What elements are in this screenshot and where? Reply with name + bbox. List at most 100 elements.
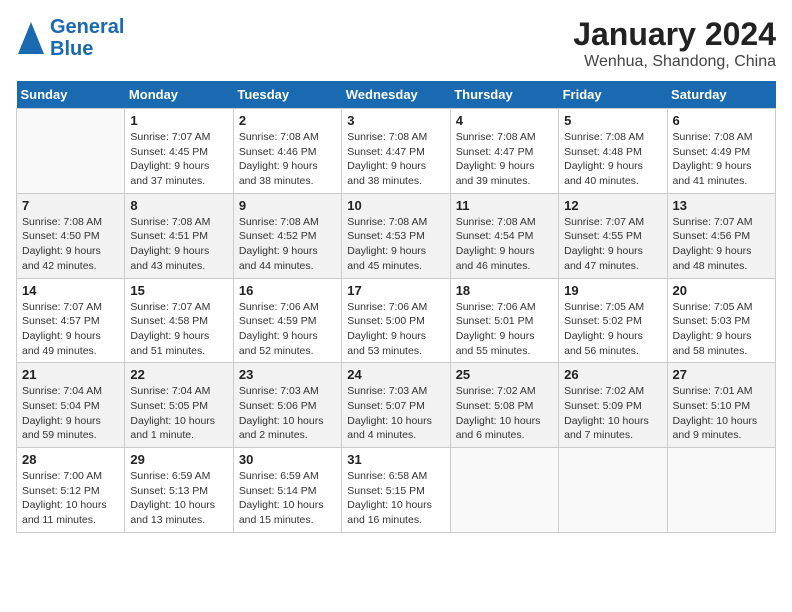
- day-info: Sunrise: 7:06 AMSunset: 5:01 PMDaylight:…: [456, 300, 553, 359]
- day-number: 1: [130, 113, 227, 128]
- day-cell: 9 Sunrise: 7:08 AMSunset: 4:52 PMDaylight…: [233, 193, 341, 278]
- day-info: Sunrise: 7:01 AMSunset: 5:10 PMDaylight:…: [673, 384, 770, 443]
- calendar-title: January 2024: [573, 16, 776, 53]
- day-cell: 15Sunrise: 7:07 AMSunset: 4:58 PMDayligh…: [125, 278, 233, 363]
- day-number: 30: [239, 452, 336, 467]
- week-row-2: 7 Sunrise: 7:08 AMSunset: 4:50 PMDaylight…: [17, 193, 776, 278]
- day-cell: 8 Sunrise: 7:08 AMSunset: 4:51 PMDaylight…: [125, 193, 233, 278]
- day-cell: 3 Sunrise: 7:08 AMSunset: 4:47 PMDaylight…: [342, 109, 450, 194]
- col-header-friday: Friday: [559, 81, 667, 109]
- day-number: 3: [347, 113, 444, 128]
- day-cell: 25 Sunrise: 7:02 AMSunset: 5:08 PMDayligh…: [450, 363, 558, 448]
- day-number: 26: [564, 367, 661, 382]
- col-header-tuesday: Tuesday: [233, 81, 341, 109]
- day-info: Sunrise: 7:08 AMSunset: 4:54 PMDaylight:…: [456, 215, 553, 274]
- day-cell: 20 Sunrise: 7:05 AMSunset: 5:03 PMDayligh…: [667, 278, 775, 363]
- col-header-saturday: Saturday: [667, 81, 775, 109]
- day-cell: 10 Sunrise: 7:08 AMSunset: 4:53 PMDayligh…: [342, 193, 450, 278]
- day-number: 21: [22, 367, 119, 382]
- day-number: 24: [347, 367, 444, 382]
- day-cell: 2 Sunrise: 7:08 AMSunset: 4:46 PMDaylight…: [233, 109, 341, 194]
- day-info: Sunrise: 7:07 AMSunset: 4:45 PMDaylight:…: [130, 130, 227, 189]
- day-number: 23: [239, 367, 336, 382]
- day-cell: 26 Sunrise: 7:02 AMSunset: 5:09 PMDayligh…: [559, 363, 667, 448]
- day-info: Sunrise: 7:07 AMSunset: 4:57 PMDaylight:…: [22, 300, 119, 359]
- day-cell: [667, 448, 775, 533]
- day-info: Sunrise: 7:08 AMSunset: 4:49 PMDaylight:…: [673, 130, 770, 189]
- day-cell: 7 Sunrise: 7:08 AMSunset: 4:50 PMDaylight…: [17, 193, 125, 278]
- day-info: Sunrise: 7:08 AMSunset: 4:52 PMDaylight:…: [239, 215, 336, 274]
- col-header-monday: Monday: [125, 81, 233, 109]
- day-info: Sunrise: 7:03 AMSunset: 5:06 PMDaylight:…: [239, 384, 336, 443]
- day-info: Sunrise: 7:07 AMSunset: 4:56 PMDaylight:…: [673, 215, 770, 274]
- day-cell: 24 Sunrise: 7:03 AMSunset: 5:07 PMDayligh…: [342, 363, 450, 448]
- day-number: 5: [564, 113, 661, 128]
- day-cell: 28 Sunrise: 7:00 AMSunset: 5:12 PMDayligh…: [17, 448, 125, 533]
- day-number: 6: [673, 113, 770, 128]
- day-cell: 27 Sunrise: 7:01 AMSunset: 5:10 PMDayligh…: [667, 363, 775, 448]
- day-info: Sunrise: 7:08 AMSunset: 4:53 PMDaylight:…: [347, 215, 444, 274]
- calendar-table: SundayMondayTuesdayWednesdayThursdayFrid…: [16, 81, 776, 533]
- day-cell: 17 Sunrise: 7:06 AMSunset: 5:00 PMDayligh…: [342, 278, 450, 363]
- day-cell: 21 Sunrise: 7:04 AMSunset: 5:04 PMDayligh…: [17, 363, 125, 448]
- day-number: 18: [456, 283, 553, 298]
- day-cell: 5 Sunrise: 7:08 AMSunset: 4:48 PMDaylight…: [559, 109, 667, 194]
- day-cell: 6 Sunrise: 7:08 AMSunset: 4:49 PMDaylight…: [667, 109, 775, 194]
- day-number: 8: [130, 198, 227, 213]
- day-info: Sunrise: 7:05 AMSunset: 5:02 PMDaylight:…: [564, 300, 661, 359]
- day-number: 29: [130, 452, 227, 467]
- day-number: 2: [239, 113, 336, 128]
- day-number: 27: [673, 367, 770, 382]
- day-info: Sunrise: 7:04 AMSunset: 5:05 PMDaylight:…: [130, 384, 227, 443]
- day-info: Sunrise: 7:04 AMSunset: 5:04 PMDaylight:…: [22, 384, 119, 443]
- day-cell: 4Sunrise: 7:08 AMSunset: 4:47 PMDaylight…: [450, 109, 558, 194]
- day-number: 10: [347, 198, 444, 213]
- day-number: 17: [347, 283, 444, 298]
- day-number: 7: [22, 198, 119, 213]
- day-number: 11: [456, 198, 553, 213]
- page-header: General Blue January 2024 Wenhua, Shando…: [16, 16, 776, 71]
- logo-line2: Blue: [50, 38, 124, 60]
- day-cell: 29 Sunrise: 6:59 AMSunset: 5:13 PMDayligh…: [125, 448, 233, 533]
- day-number: 16: [239, 283, 336, 298]
- day-number: 20: [673, 283, 770, 298]
- day-info: Sunrise: 7:08 AMSunset: 4:48 PMDaylight:…: [564, 130, 661, 189]
- day-info: Sunrise: 7:08 AMSunset: 4:46 PMDaylight:…: [239, 130, 336, 189]
- day-cell: 12Sunrise: 7:07 AMSunset: 4:55 PMDayligh…: [559, 193, 667, 278]
- col-header-wednesday: Wednesday: [342, 81, 450, 109]
- logo-icon: [16, 20, 46, 56]
- day-cell: 31 Sunrise: 6:58 AMSunset: 5:15 PMDayligh…: [342, 448, 450, 533]
- day-info: Sunrise: 6:59 AMSunset: 5:13 PMDaylight:…: [130, 469, 227, 528]
- day-info: Sunrise: 7:02 AMSunset: 5:08 PMDaylight:…: [456, 384, 553, 443]
- col-header-sunday: Sunday: [17, 81, 125, 109]
- day-number: 22: [130, 367, 227, 382]
- col-header-thursday: Thursday: [450, 81, 558, 109]
- day-number: 25: [456, 367, 553, 382]
- day-info: Sunrise: 7:02 AMSunset: 5:09 PMDaylight:…: [564, 384, 661, 443]
- day-number: 31: [347, 452, 444, 467]
- day-number: 28: [22, 452, 119, 467]
- day-cell: 11 Sunrise: 7:08 AMSunset: 4:54 PMDayligh…: [450, 193, 558, 278]
- day-info: Sunrise: 7:05 AMSunset: 5:03 PMDaylight:…: [673, 300, 770, 359]
- week-row-4: 21 Sunrise: 7:04 AMSunset: 5:04 PMDayligh…: [17, 363, 776, 448]
- day-cell: 14 Sunrise: 7:07 AMSunset: 4:57 PMDayligh…: [17, 278, 125, 363]
- day-info: Sunrise: 7:00 AMSunset: 5:12 PMDaylight:…: [22, 469, 119, 528]
- day-cell: 13Sunrise: 7:07 AMSunset: 4:56 PMDayligh…: [667, 193, 775, 278]
- day-info: Sunrise: 7:06 AMSunset: 4:59 PMDaylight:…: [239, 300, 336, 359]
- day-cell: 19Sunrise: 7:05 AMSunset: 5:02 PMDayligh…: [559, 278, 667, 363]
- day-info: Sunrise: 7:08 AMSunset: 4:51 PMDaylight:…: [130, 215, 227, 274]
- day-info: Sunrise: 7:08 AMSunset: 4:50 PMDaylight:…: [22, 215, 119, 274]
- week-row-5: 28 Sunrise: 7:00 AMSunset: 5:12 PMDayligh…: [17, 448, 776, 533]
- day-number: 14: [22, 283, 119, 298]
- day-info: Sunrise: 7:06 AMSunset: 5:00 PMDaylight:…: [347, 300, 444, 359]
- calendar-subtitle: Wenhua, Shandong, China: [573, 53, 776, 71]
- day-info: Sunrise: 6:59 AMSunset: 5:14 PMDaylight:…: [239, 469, 336, 528]
- day-info: Sunrise: 7:08 AMSunset: 4:47 PMDaylight:…: [456, 130, 553, 189]
- day-info: Sunrise: 6:58 AMSunset: 5:15 PMDaylight:…: [347, 469, 444, 528]
- day-info: Sunrise: 7:08 AMSunset: 4:47 PMDaylight:…: [347, 130, 444, 189]
- day-number: 9: [239, 198, 336, 213]
- logo: General Blue: [16, 16, 124, 60]
- day-number: 15: [130, 283, 227, 298]
- title-block: January 2024 Wenhua, Shandong, China: [573, 16, 776, 71]
- day-info: Sunrise: 7:03 AMSunset: 5:07 PMDaylight:…: [347, 384, 444, 443]
